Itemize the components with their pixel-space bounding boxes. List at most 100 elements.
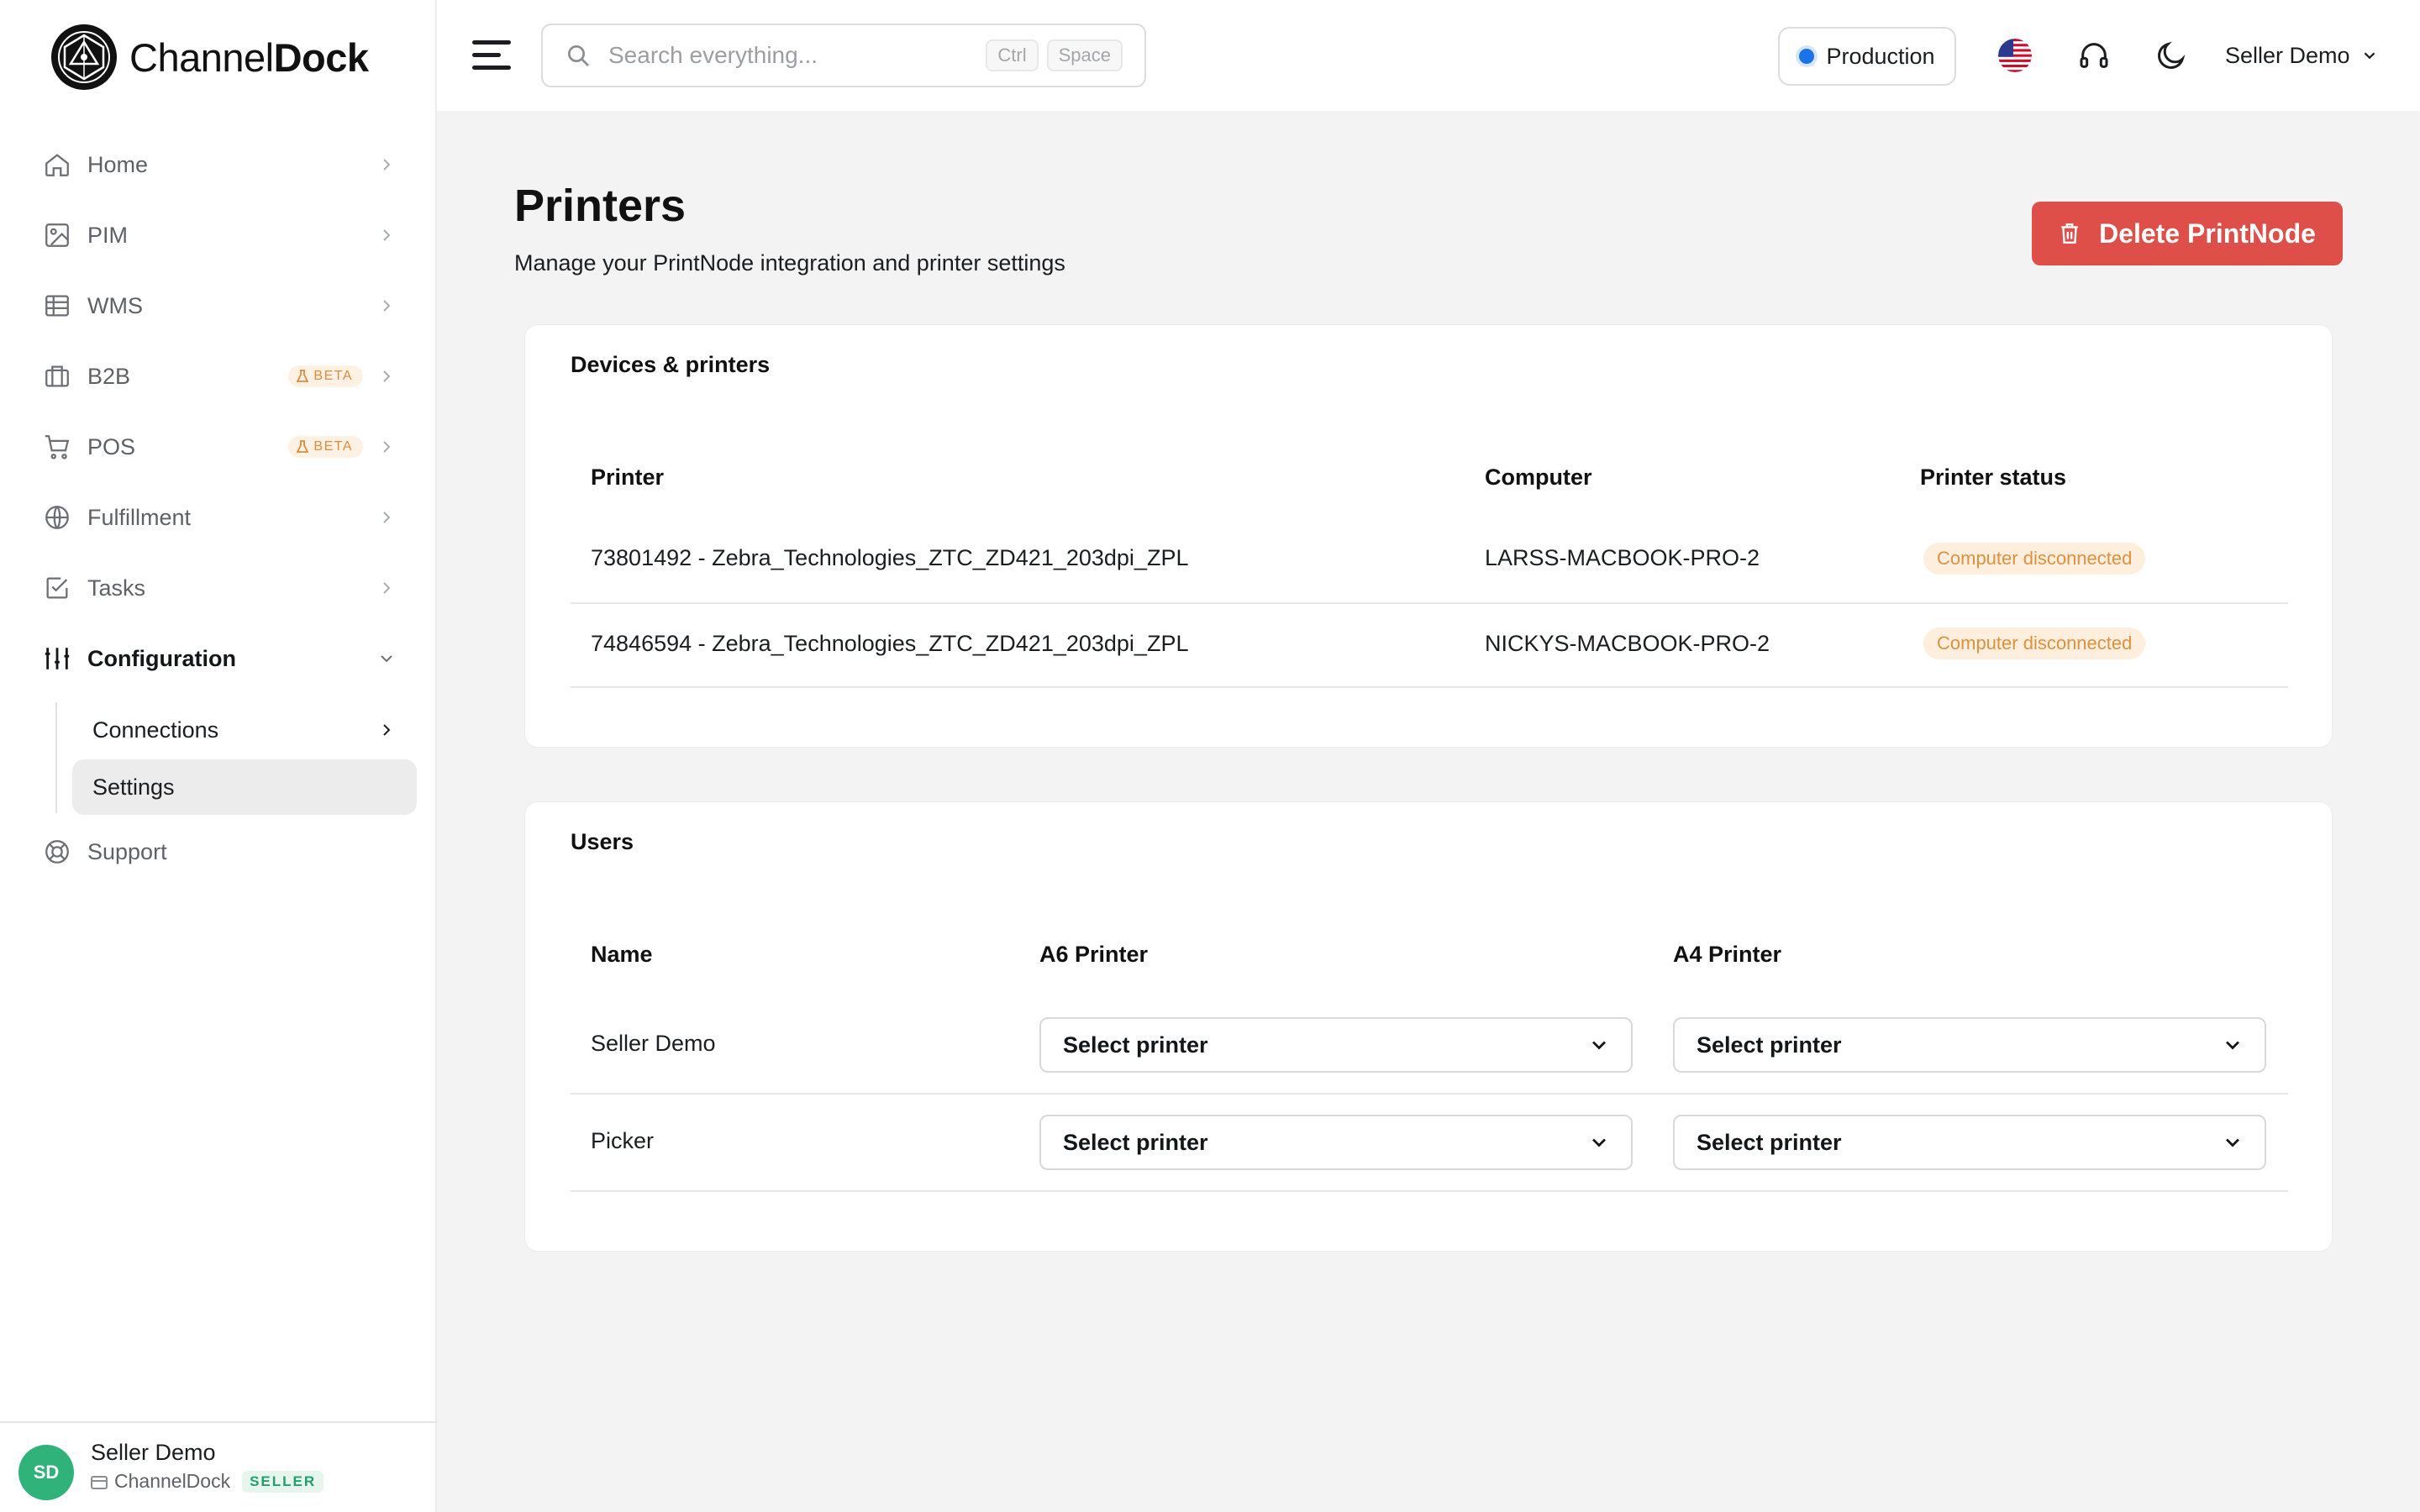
avatar: SD: [18, 1445, 74, 1500]
lifebuoy-icon: [42, 837, 72, 867]
environment-label: Production: [1826, 43, 1935, 69]
flask-icon: [297, 440, 309, 453]
search-placeholder: Search everything...: [608, 42, 818, 68]
a6-printer-select[interactable]: Select printer: [1039, 1115, 1633, 1170]
shortcut-key: Ctrl: [986, 39, 1039, 71]
sidebar-item-label: Configuration: [87, 645, 236, 671]
column-header: Computer: [1485, 465, 1592, 490]
account-menu[interactable]: Seller Demo: [2225, 39, 2379, 72]
search-icon: [568, 45, 589, 66]
globe-icon: [42, 502, 72, 533]
sidebar-item-label: B2B: [87, 363, 131, 389]
image-icon: [42, 220, 72, 250]
printer-name: 73801492 - Zebra_Technologies_ZTC_ZD421_…: [591, 545, 1189, 570]
delete-button-label: Delete PrintNode: [2099, 218, 2316, 249]
sidebar-item-label: Support: [87, 838, 167, 864]
sidebar-item-fulfillment[interactable]: Fulfillment: [34, 487, 410, 548]
flask-icon: [297, 370, 309, 382]
topbar: Search everything... Ctrl Space Producti…: [437, 0, 2420, 111]
home-icon: [42, 150, 72, 180]
chevron-down-icon: [381, 655, 392, 663]
us-flag-icon[interactable]: [1998, 39, 2032, 72]
row-divider: [571, 602, 2288, 604]
sidebar-subitem-settings[interactable]: Settings: [72, 759, 417, 815]
subnav-guide: [55, 702, 57, 813]
column-header: Name: [591, 942, 653, 967]
shortcut-key: Space: [1046, 39, 1123, 71]
computer-name: NICKYS-MACBOOK-PRO-2: [1485, 631, 1770, 656]
sidebar-item-tasks[interactable]: Tasks: [34, 558, 410, 618]
column-header: A6 Printer: [1039, 942, 1149, 967]
sidebar-item-configuration[interactable]: Configuration: [34, 628, 410, 689]
sidebar-item-wms[interactable]: WMS: [34, 276, 410, 336]
checkbox-icon: [42, 573, 72, 603]
a6-printer-select[interactable]: Select printer: [1039, 1017, 1633, 1073]
menu-icon[interactable]: [471, 35, 513, 74]
sidebar-item-label: POS: [87, 433, 136, 459]
sidebar: ChannelDock Home PIM WMS B2B BETA POS BE…: [0, 0, 437, 1512]
delete-printnode-button[interactable]: Delete PrintNode: [2032, 202, 2343, 265]
logo-mark-icon: [51, 24, 117, 90]
chevron-down-icon: [2364, 52, 2375, 60]
chevron-down-icon: [2226, 1041, 2239, 1050]
sliders-icon: [42, 643, 72, 674]
environment-status-dot: [1799, 49, 1815, 64]
environment-switcher[interactable]: Production: [1778, 27, 1956, 86]
sidebar-item-b2b[interactable]: B2B BETA: [34, 346, 410, 407]
cart-icon: [42, 432, 72, 462]
beta-badge: BETA: [288, 365, 363, 387]
user-name-cell: Picker: [591, 1128, 655, 1153]
column-header: A4 Printer: [1673, 942, 1782, 967]
chevron-right-icon: [383, 512, 391, 523]
role-badge: SELLER: [242, 1470, 324, 1493]
computer-name: LARSS-MACBOOK-PRO-2: [1485, 545, 1760, 570]
users-card: Users Name A6 Printer A4 Printer Seller …: [524, 801, 2333, 1252]
account-name: Seller Demo: [2225, 42, 2350, 68]
sidebar-item-pim[interactable]: PIM: [34, 205, 410, 265]
user-company: ChannelDock SELLER: [91, 1470, 324, 1493]
moon-icon[interactable]: [2154, 39, 2188, 72]
row-divider: [571, 1093, 2288, 1095]
search-input[interactable]: Search everything... Ctrl Space: [541, 24, 1146, 87]
store-icon: [91, 1475, 108, 1489]
logo[interactable]: ChannelDock: [50, 24, 369, 91]
a4-printer-select[interactable]: Select printer: [1673, 1017, 2266, 1073]
chevron-right-icon: [383, 159, 391, 171]
printer-name: 74846594 - Zebra_Technologies_ZTC_ZD421_…: [591, 631, 1189, 656]
a4-printer-select[interactable]: Select printer: [1673, 1115, 2266, 1170]
user-profile[interactable]: SD Seller Demo ChannelDock SELLER: [0, 1421, 437, 1512]
column-header: Printer: [591, 465, 665, 490]
sidebar-item-label: Tasks: [87, 575, 146, 601]
sidebar-item-label: PIM: [87, 222, 129, 248]
sidebar-item-label: WMS: [87, 292, 143, 318]
chevron-down-icon: [2226, 1138, 2239, 1147]
row-divider: [571, 686, 2288, 688]
chevron-right-icon: [383, 724, 391, 736]
devices-card: Devices & printers Printer Computer Prin…: [524, 324, 2333, 748]
table-icon: [42, 291, 72, 321]
chevron-right-icon: [383, 229, 391, 241]
column-header: Printer status: [1920, 465, 2067, 490]
page-subtitle: Manage your PrintNode integration and pr…: [514, 250, 1065, 276]
card-title: Users: [571, 829, 634, 854]
logo-text: ChannelDock: [129, 34, 369, 80]
user-name-cell: Seller Demo: [591, 1031, 716, 1056]
page-title: Printers: [514, 181, 687, 231]
sidebar-item-support[interactable]: Support: [34, 822, 410, 882]
status-badge: Computer disconnected: [1923, 543, 2146, 575]
status-badge: Computer disconnected: [1923, 627, 2146, 659]
sidebar-item-label: Fulfillment: [87, 504, 192, 530]
sidebar-subitem-label: Settings: [92, 774, 175, 800]
sidebar-item-pos[interactable]: POS BETA: [34, 417, 410, 477]
row-divider: [571, 1190, 2288, 1192]
chevron-down-icon: [1592, 1041, 1606, 1050]
sidebar-item-home[interactable]: Home: [34, 134, 410, 195]
headset-icon[interactable]: [2077, 39, 2111, 72]
chevron-down-icon: [1592, 1138, 1606, 1147]
beta-badge: BETA: [288, 436, 363, 458]
briefcase-icon: [42, 361, 72, 391]
chevron-right-icon: [383, 370, 391, 382]
sidebar-subitem-connections[interactable]: Connections: [72, 702, 417, 758]
sidebar-subitem-label: Connections: [92, 717, 219, 743]
card-title: Devices & printers: [571, 352, 771, 377]
